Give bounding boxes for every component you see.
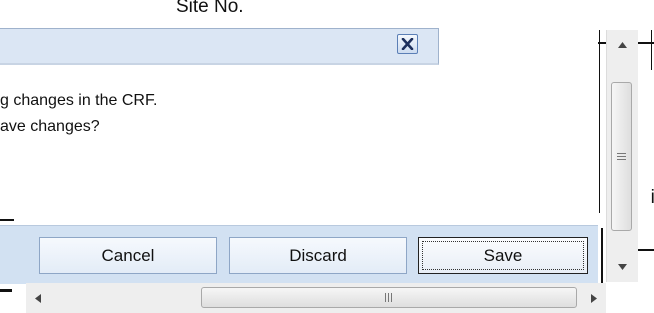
- background-vertical-rule-2: [601, 228, 603, 283]
- dialog-titlebar[interactable]: [0, 28, 439, 65]
- confirm-dialog: [0, 28, 440, 68]
- screen: Site No. Lit g changes in the CRF. ave c…: [0, 0, 654, 313]
- close-icon: [401, 38, 414, 50]
- site-number-label: Site No.: [176, 0, 244, 17]
- save-button[interactable]: Save: [418, 237, 588, 274]
- background-vertical-rule-3: [651, 30, 652, 70]
- scroll-right-button[interactable]: [582, 283, 606, 313]
- background-rule-mid-left: [0, 219, 14, 221]
- grip-icon: [617, 152, 626, 160]
- scroll-down-button[interactable]: [607, 252, 638, 282]
- background-rule-bottom-left: [0, 289, 12, 292]
- dialog-message-line-2: ave changes?: [0, 118, 100, 135]
- vertical-scroll-thumb[interactable]: [611, 82, 632, 231]
- arrow-right-icon: [591, 293, 597, 303]
- scrollbar-corner: [606, 283, 654, 313]
- horizontal-scrollbar[interactable]: [26, 283, 606, 313]
- arrow-up-icon: [618, 42, 627, 48]
- arrow-left-icon: [35, 293, 41, 303]
- discard-button[interactable]: Discard: [229, 237, 407, 274]
- focus-ring: [422, 241, 584, 270]
- horizontal-scroll-thumb[interactable]: [201, 287, 577, 308]
- scroll-left-button[interactable]: [26, 283, 50, 313]
- dialog-button-bar: Cancel Discard Save: [0, 225, 598, 284]
- dialog-message-line-1: g changes in the CRF.: [0, 92, 158, 109]
- scroll-up-button[interactable]: [607, 30, 638, 60]
- arrow-down-icon: [618, 264, 627, 270]
- cancel-button[interactable]: Cancel: [39, 237, 217, 274]
- background-rule-far-right: [637, 249, 654, 251]
- grip-icon: [385, 293, 392, 302]
- vertical-scrollbar[interactable]: [606, 30, 638, 282]
- background-vertical-rule: [599, 30, 600, 213]
- background-link-suffix: it: [650, 187, 654, 208]
- close-button[interactable]: [397, 34, 418, 54]
